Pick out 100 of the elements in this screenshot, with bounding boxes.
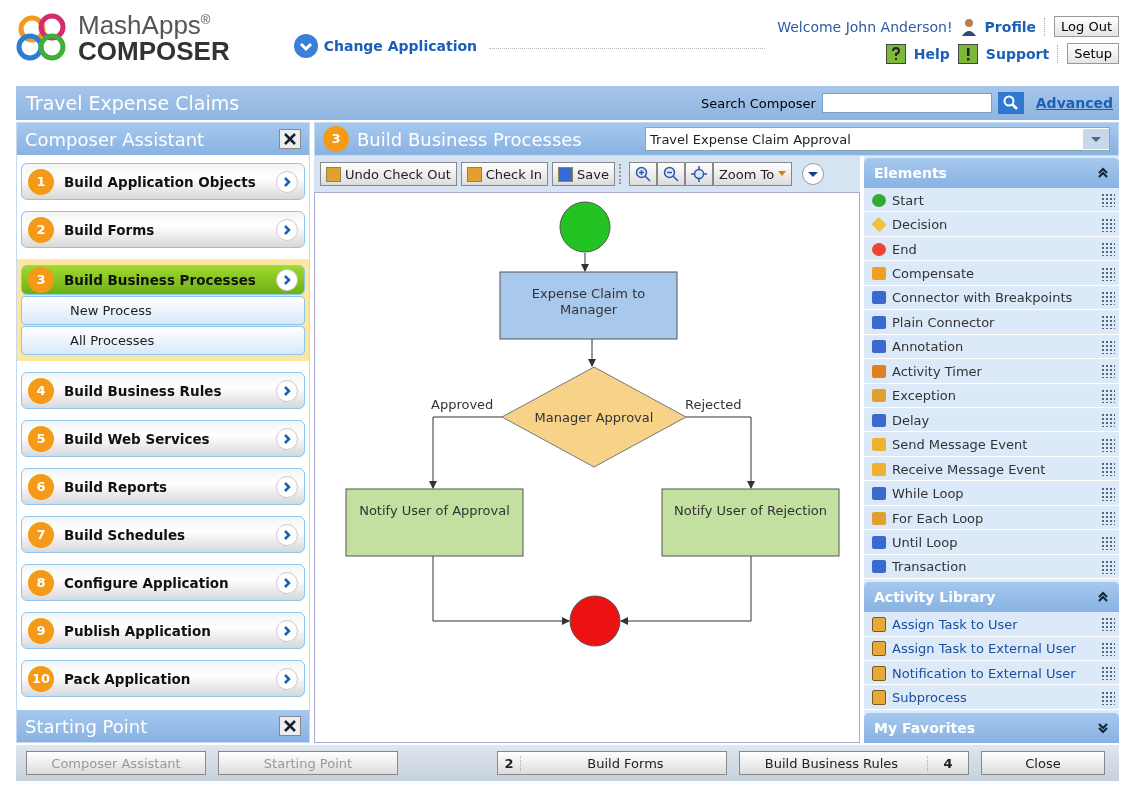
connector-arrow [581, 252, 589, 272]
toolbar-button[interactable]: Save [552, 162, 615, 186]
next-step-button[interactable]: Build Business Rules 4 [739, 751, 969, 775]
previous-step-button[interactable]: 2 Build Forms [497, 751, 727, 775]
help-link[interactable]: Help [913, 45, 950, 62]
panel-title: Build Business Processes [357, 128, 583, 150]
step-number: 9 [28, 617, 54, 644]
start-node [559, 201, 611, 253]
item-label: Compensate [892, 266, 976, 281]
profile-link[interactable]: Profile [984, 18, 1037, 35]
item-label: Plain Connector [892, 314, 996, 330]
logo-name: MashApps$^{®}$ [78, 12, 212, 38]
toolbar-button[interactable]: Undo Check Out [320, 162, 457, 186]
step-label: Configure Application [64, 574, 230, 591]
end-node [569, 595, 621, 647]
item-label: Transaction [892, 559, 968, 575]
step-item[interactable]: 10 Pack Application [21, 660, 305, 697]
item-label: For Each Loop [892, 510, 985, 526]
step-label: Build Reports [64, 478, 169, 495]
item-label: Notification to External User [892, 665, 1077, 681]
chevron-down-icon [293, 34, 318, 58]
zoom-out-icon[interactable] [656, 162, 685, 186]
zoom-to-button[interactable]: Zoom To [712, 162, 793, 186]
step-item[interactable]: 6 Build Reports [21, 468, 305, 505]
step-number: 7 [28, 521, 54, 548]
logo-product: COMPOSER [78, 38, 230, 64]
search-icon[interactable] [997, 92, 1024, 114]
step-item[interactable]: 3 Build Business Processes [21, 265, 305, 295]
section-title: My Favorites [874, 719, 976, 736]
close-icon[interactable] [279, 129, 301, 149]
task-label: Notify User of Rejection [672, 503, 829, 519]
process-dropdown[interactable]: Travel Expense Claim Approval [645, 127, 1110, 151]
step-label: Pack Application [64, 670, 192, 687]
step-item[interactable]: 4 Build Business Rules [21, 372, 305, 409]
item-label: Start [892, 192, 925, 208]
step-number: 6 [28, 473, 54, 500]
sub-item[interactable]: All Processes [21, 326, 305, 355]
step-number: 8 [28, 569, 54, 596]
user-icon [960, 17, 977, 36]
step-item[interactable]: 2 Build Forms [21, 211, 305, 248]
task-label: Expense Claim to Manager [530, 286, 647, 318]
step-item[interactable]: 1 Build Application Objects [21, 163, 305, 200]
step-number: 10 [28, 665, 54, 692]
zoom-in-icon[interactable] [628, 162, 657, 186]
search-field[interactable] [821, 93, 992, 113]
circle-icon [872, 193, 886, 207]
toolbar-button[interactable]: Check In [460, 162, 548, 186]
step-item[interactable]: 5 Build Web Services [21, 420, 305, 457]
decision-label: Manager Approval [534, 410, 654, 425]
help-icon [885, 43, 906, 64]
logout-button[interactable]: Log Out [1054, 16, 1119, 37]
item-label: Delay [892, 412, 931, 428]
caret-icon [778, 171, 787, 177]
item-label: Annotation [892, 339, 965, 355]
search-label: Search Composer [700, 95, 816, 111]
change-application-link[interactable]: Change Application [293, 34, 478, 58]
close-icon[interactable] [279, 716, 301, 736]
more-icon[interactable] [802, 163, 825, 185]
item-label: Connector with Breakpoints [892, 290, 1074, 306]
item-label: Subprocess [892, 690, 968, 706]
task-label: Notify User of Approval [358, 503, 511, 519]
step-number: 4 [28, 377, 54, 404]
step-item[interactable]: 9 Publish Application [21, 612, 305, 649]
item-label: Assign Task to User [892, 616, 1019, 632]
connector-arrow [588, 338, 596, 367]
welcome-text: Welcome John Anderson! [777, 18, 953, 35]
item-label: Exception [892, 388, 957, 404]
section-title: Elements [874, 164, 947, 181]
step-label: Build Forms [64, 221, 156, 238]
section-title: Activity Library [874, 589, 996, 606]
step-number: 3 [28, 267, 54, 293]
item-label: Receive Message Event [892, 461, 1047, 477]
expand-icon [1097, 721, 1109, 734]
panel-title: Starting Point [25, 715, 148, 737]
step-label: Build Business Processes [64, 272, 257, 288]
setup-button[interactable]: Setup [1067, 43, 1119, 64]
item-label: While Loop [892, 486, 965, 502]
item-label: Send Message Event [892, 437, 1029, 453]
edge-label: Approved [431, 397, 494, 412]
step-label: Publish Application [64, 622, 212, 639]
item-label: Assign Task to External User [892, 641, 1077, 657]
fit-icon[interactable] [684, 162, 713, 186]
step-item[interactable]: 8 Configure Application [21, 564, 305, 601]
step-item[interactable]: 7 Build Schedules [21, 516, 305, 553]
panel-title: Composer Assistant [25, 128, 205, 150]
item-label: Until Loop [892, 535, 959, 550]
collapse-icon [1097, 166, 1109, 179]
step-number: 1 [28, 168, 54, 195]
app-title: Travel Expense Claims [26, 92, 241, 114]
step-number: 2 [28, 216, 54, 243]
close-button[interactable]: Close [981, 751, 1105, 775]
step-label: Build Schedules [64, 526, 187, 543]
item-label: Decision [892, 217, 949, 233]
step-label: Build Web Services [64, 430, 211, 447]
collapse-icon [1097, 591, 1109, 604]
support-link[interactable]: Support [985, 45, 1050, 62]
sub-item[interactable]: New Process [21, 296, 305, 325]
item-label: End [892, 241, 918, 257]
step-label: Build Business Rules [64, 382, 223, 399]
step-label: Build Application Objects [64, 173, 257, 190]
